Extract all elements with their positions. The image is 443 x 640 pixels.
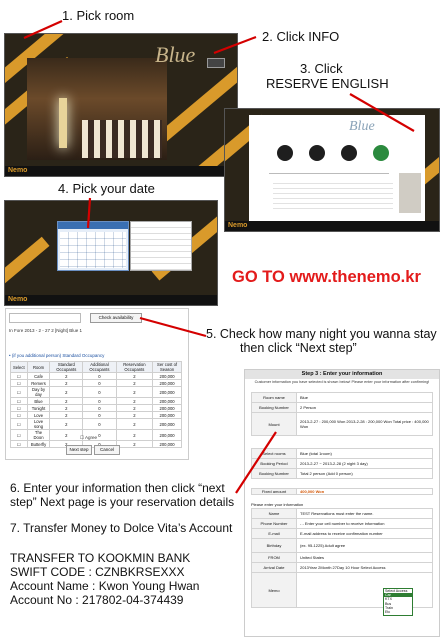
account-name: Account Name : Kwon Young Hwan xyxy=(10,579,200,593)
step-6-label-line1: 6. Enter your information then click “ne… xyxy=(10,481,225,495)
arrow-step-4 xyxy=(86,197,92,229)
account-number: Account No : 217802-04-374439 xyxy=(10,593,184,607)
arrow-step-6 xyxy=(235,431,277,494)
arrow-step-3 xyxy=(349,93,415,132)
arrow-step-5 xyxy=(139,316,207,338)
bank-transfer: TRANSFER TO KOOKMIN BANK xyxy=(10,551,191,565)
arrow-step-2 xyxy=(213,35,257,55)
step-6-label-line2: step” Next page is your reservation deta… xyxy=(10,495,235,509)
arrow-step-1 xyxy=(23,19,63,40)
arrow-overlay xyxy=(23,19,415,494)
step-7-label: 7. Transfer Money to Dolce Vita’s Accoun… xyxy=(10,521,233,535)
swift-code: SWIFT CODE : CZNBKRSEXXX xyxy=(10,565,185,579)
